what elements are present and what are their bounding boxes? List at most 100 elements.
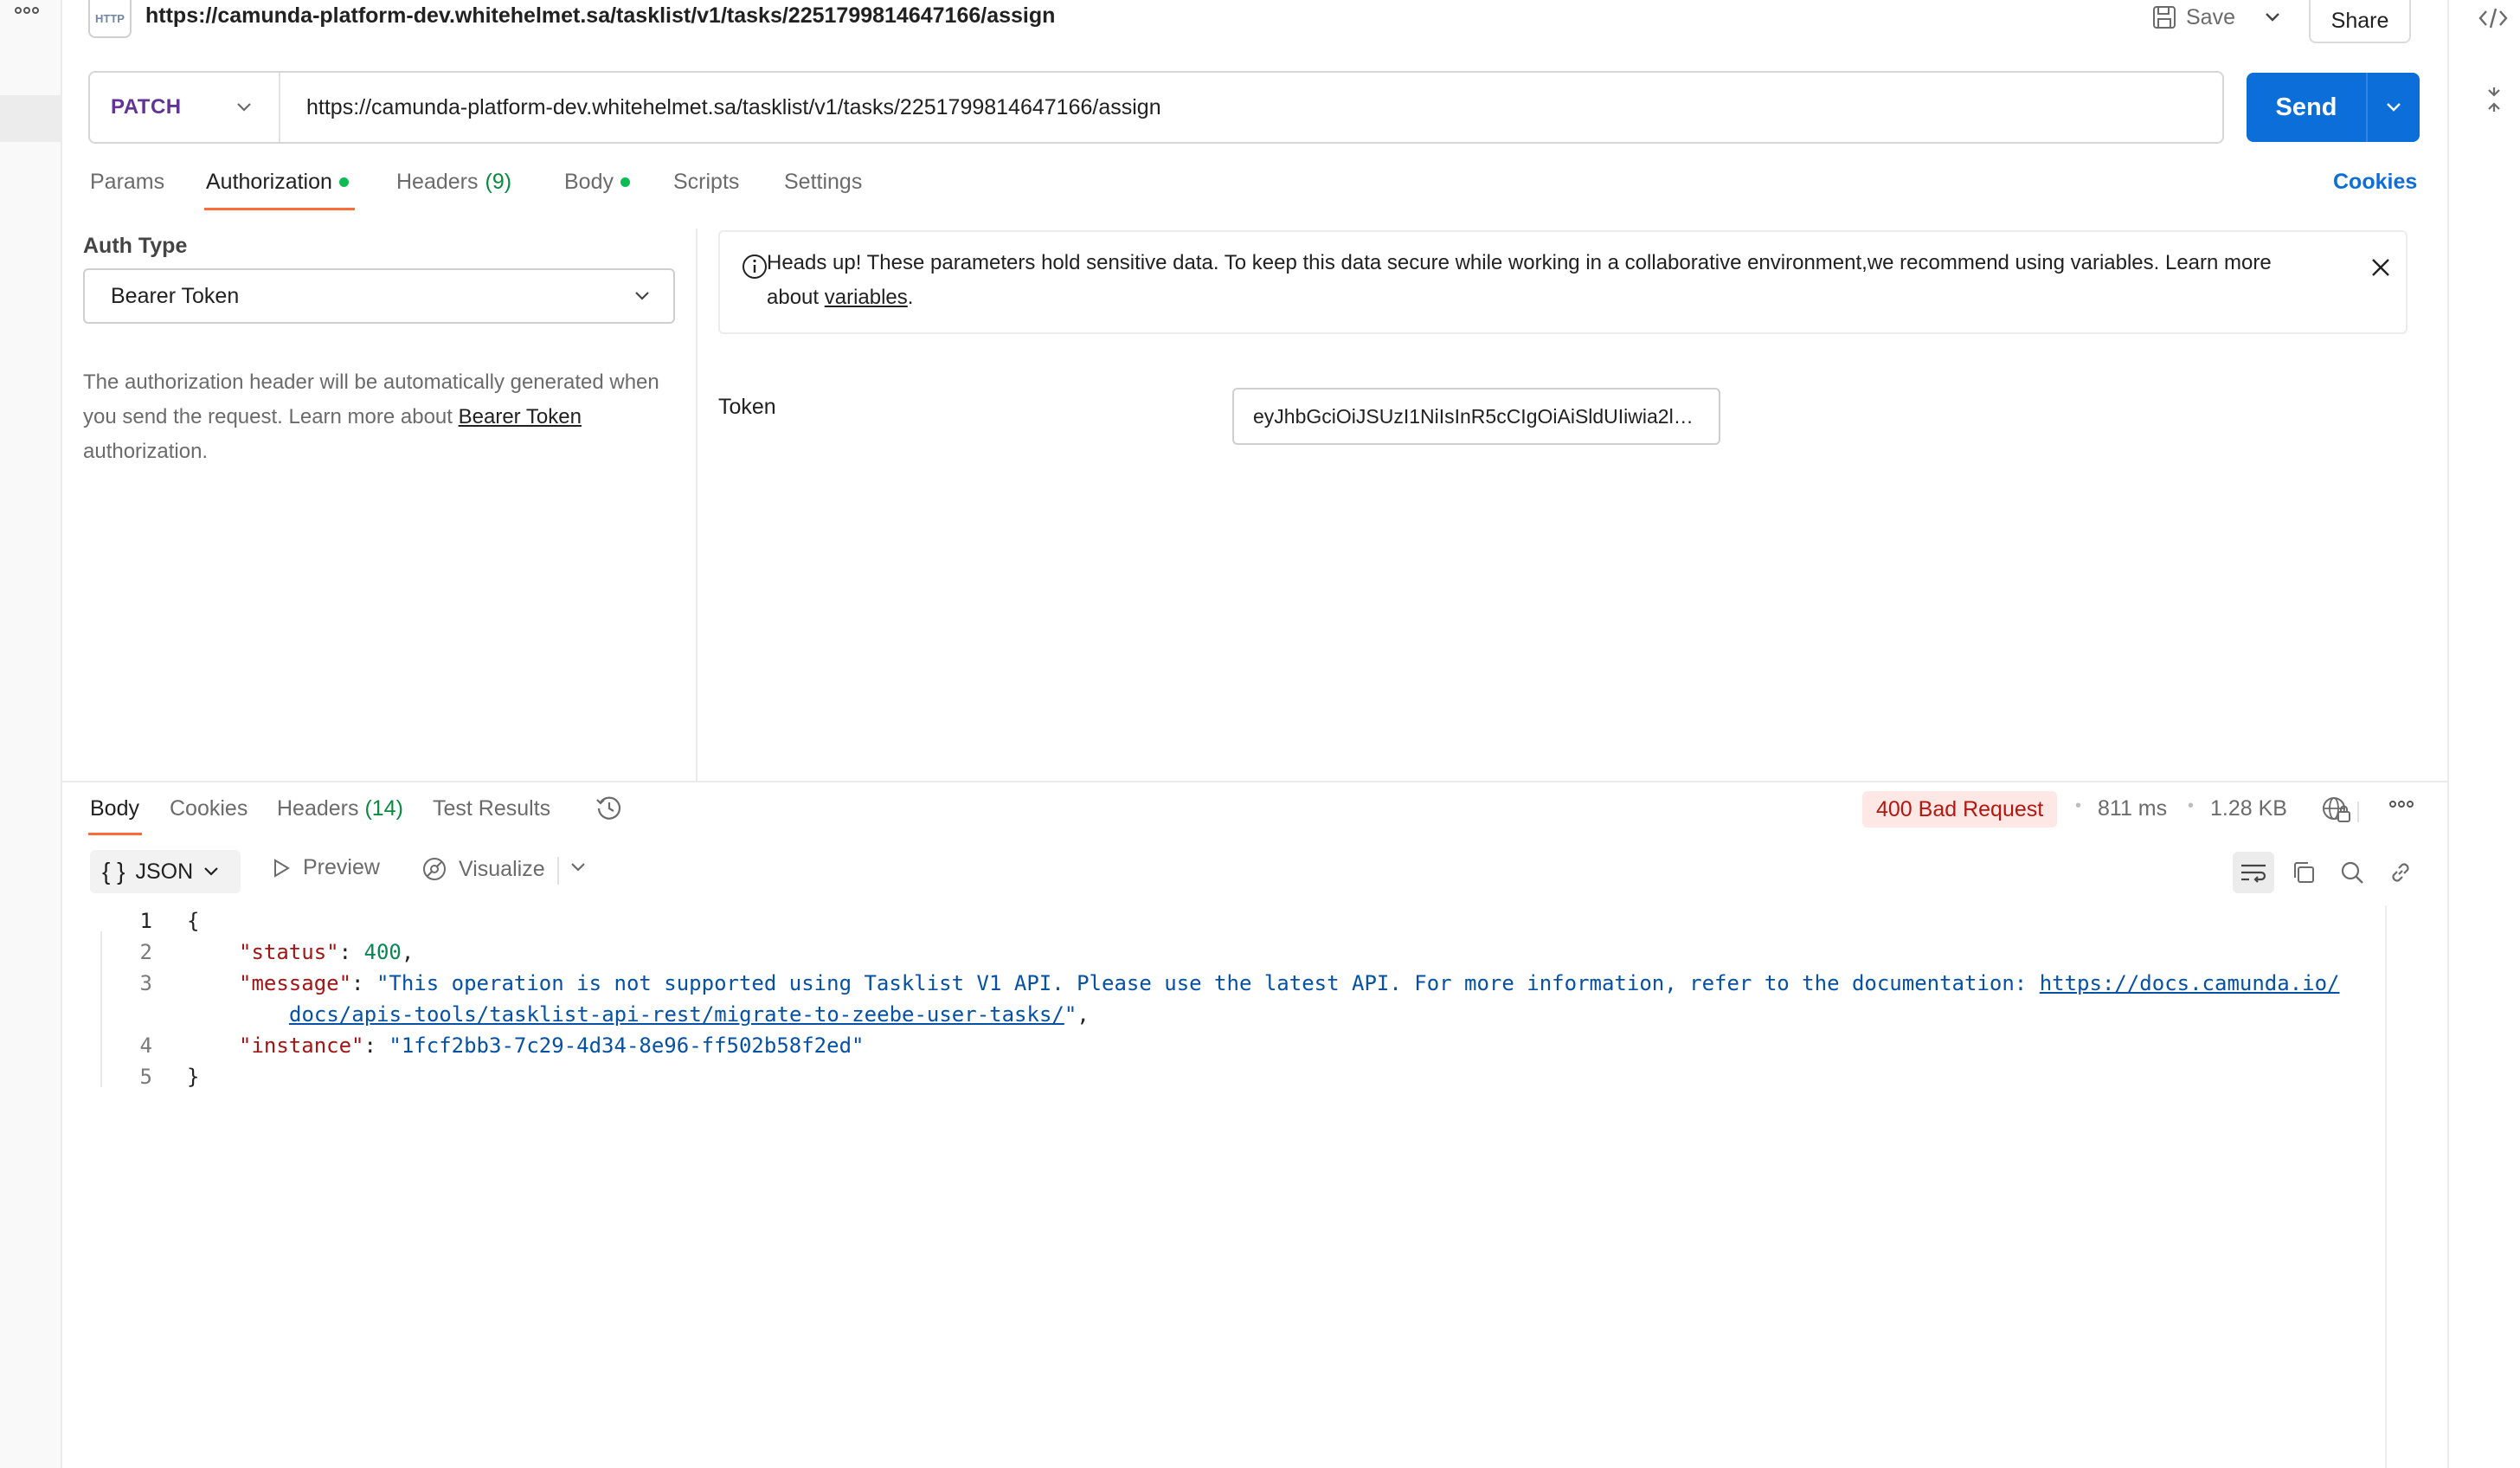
more-horizontal-icon[interactable] xyxy=(14,5,40,16)
copy-button[interactable] xyxy=(2283,852,2324,893)
code-scrollbar-track[interactable] xyxy=(2385,905,2387,1468)
tab-label: Scripts xyxy=(673,170,740,194)
status-badge[interactable]: 400 Bad Request xyxy=(1862,791,2058,827)
json-string-end: " xyxy=(1064,1002,1077,1027)
response-time[interactable]: 811 ms xyxy=(2098,796,2167,821)
toolbar-separator xyxy=(557,857,559,885)
preview-button[interactable]: Preview xyxy=(272,855,380,880)
modified-dot xyxy=(620,177,630,187)
tab-scripts[interactable]: Scripts xyxy=(673,170,739,195)
panel-divider xyxy=(696,229,698,782)
chevron-down-icon xyxy=(235,102,253,113)
token-label: Token xyxy=(718,395,776,419)
save-button[interactable]: Save xyxy=(2151,0,2235,35)
tab-label: Authorization xyxy=(206,170,332,194)
auth-desc-text: authorization. xyxy=(83,440,209,463)
right-sidebar-rail xyxy=(2447,0,2520,1468)
docs-link[interactable]: https://docs.camunda.io/ xyxy=(2040,971,2340,995)
chevron-down-icon xyxy=(203,866,219,877)
response-size[interactable]: 1.28 KB xyxy=(2210,796,2287,821)
chevron-down-icon xyxy=(2385,102,2402,113)
json-number: 400 xyxy=(363,940,402,964)
tab-body[interactable]: Body xyxy=(564,170,630,195)
format-label: JSON xyxy=(135,859,194,884)
banner-message: Heads up! These parameters hold sensitiv… xyxy=(767,251,2272,309)
json-colon: : xyxy=(338,940,364,964)
search-button[interactable] xyxy=(2331,852,2373,893)
json-string: "1fcf2bb3-7c29-4d34-8e96-ff502b58f2ed" xyxy=(389,1033,865,1058)
format-select[interactable]: { } JSON xyxy=(90,850,241,893)
collapse-arrows-icon[interactable] xyxy=(2484,87,2504,113)
meta-separator: • xyxy=(2188,796,2195,815)
left-sidebar-rail xyxy=(0,0,62,1468)
sidebar-selected-item[interactable] xyxy=(0,95,62,142)
response-tab-cookies[interactable]: Cookies xyxy=(170,796,248,821)
save-icon xyxy=(2151,4,2177,30)
bearer-token-link[interactable]: Bearer Token xyxy=(459,405,582,428)
auth-description: The authorization header will be automat… xyxy=(83,365,689,469)
close-icon[interactable] xyxy=(2369,256,2392,279)
json-brace: } xyxy=(187,1065,200,1089)
variables-link[interactable]: variables xyxy=(825,286,908,309)
json-key: "status" xyxy=(239,940,339,964)
line-number: 3 xyxy=(139,971,152,995)
tab-label: Headers xyxy=(277,796,359,821)
link-icon xyxy=(2388,860,2414,885)
visualize-button[interactable]: Visualize xyxy=(421,855,545,883)
token-input[interactable] xyxy=(1232,388,1720,445)
json-brace: { xyxy=(187,909,200,933)
method-label: PATCH xyxy=(111,95,182,119)
copy-icon xyxy=(2291,860,2317,885)
wrap-lines-button[interactable] xyxy=(2233,852,2274,893)
json-line-message-wrap: docs/apis-tools/tasklist-api-rest/migrat… xyxy=(289,999,1090,1030)
response-tab-headers[interactable]: Headers (14) xyxy=(277,796,403,821)
tab-params[interactable]: Params xyxy=(90,170,164,195)
code-icon[interactable] xyxy=(2478,5,2508,31)
tab-count: (9) xyxy=(485,170,512,194)
tab-authorization[interactable]: Authorization xyxy=(206,170,349,195)
method-select[interactable]: PATCH xyxy=(90,73,280,142)
link-button[interactable] xyxy=(2380,852,2421,893)
line-number: 4 xyxy=(139,1033,152,1058)
more-horizontal-icon[interactable] xyxy=(2388,798,2414,810)
json-string: "This operation is not supported using T… xyxy=(376,971,2040,995)
wrap-lines-icon xyxy=(2239,860,2268,885)
line-number: 1 xyxy=(139,909,152,933)
share-button[interactable]: Share xyxy=(2309,0,2411,43)
send-button[interactable]: Send xyxy=(2247,73,2420,142)
save-label: Save xyxy=(2186,4,2235,29)
visualize-icon xyxy=(421,855,448,883)
response-tab-body[interactable]: Body xyxy=(90,796,139,821)
json-comma: , xyxy=(401,940,415,964)
send-dropdown-button[interactable] xyxy=(2366,73,2420,142)
active-response-tab-indicator xyxy=(88,833,142,835)
auth-type-value: Bearer Token xyxy=(111,283,240,308)
docs-link[interactable]: docs/apis-tools/tasklist-api-rest/migrat… xyxy=(289,1002,1064,1027)
banner-period: . xyxy=(907,286,914,309)
auth-type-label: Auth Type xyxy=(83,234,188,258)
auth-type-select[interactable]: Bearer Token xyxy=(83,268,675,324)
line-number: 5 xyxy=(139,1065,152,1089)
json-key: "instance" xyxy=(239,1033,364,1058)
globe-lock-icon[interactable] xyxy=(2321,795,2352,824)
modified-dot xyxy=(338,177,349,187)
response-tab-test-results[interactable]: Test Results xyxy=(433,796,550,821)
search-icon xyxy=(2339,860,2365,885)
http-request-icon: HTTP xyxy=(88,0,132,38)
tab-count: (14) xyxy=(364,796,403,821)
sensitive-data-banner: Heads up! These parameters hold sensitiv… xyxy=(718,230,2408,334)
tab-label: Body xyxy=(564,170,614,194)
url-input[interactable] xyxy=(280,73,2222,142)
save-dropdown-button[interactable] xyxy=(2255,0,2290,35)
visualize-label: Visualize xyxy=(459,856,545,881)
banner-text: Heads up! These parameters hold sensitiv… xyxy=(767,246,2272,315)
cookies-link[interactable]: Cookies xyxy=(2333,170,2417,195)
request-title[interactable]: https://camunda-platform-dev.whitehelmet… xyxy=(145,3,1055,29)
send-label[interactable]: Send xyxy=(2247,73,2366,142)
tab-settings[interactable]: Settings xyxy=(784,170,862,195)
tab-headers[interactable]: Headers (9) xyxy=(396,170,511,195)
chevron-down-icon[interactable] xyxy=(569,862,587,872)
response-divider[interactable] xyxy=(62,781,2447,782)
history-icon[interactable] xyxy=(594,793,625,824)
json-key: "message" xyxy=(239,971,352,995)
